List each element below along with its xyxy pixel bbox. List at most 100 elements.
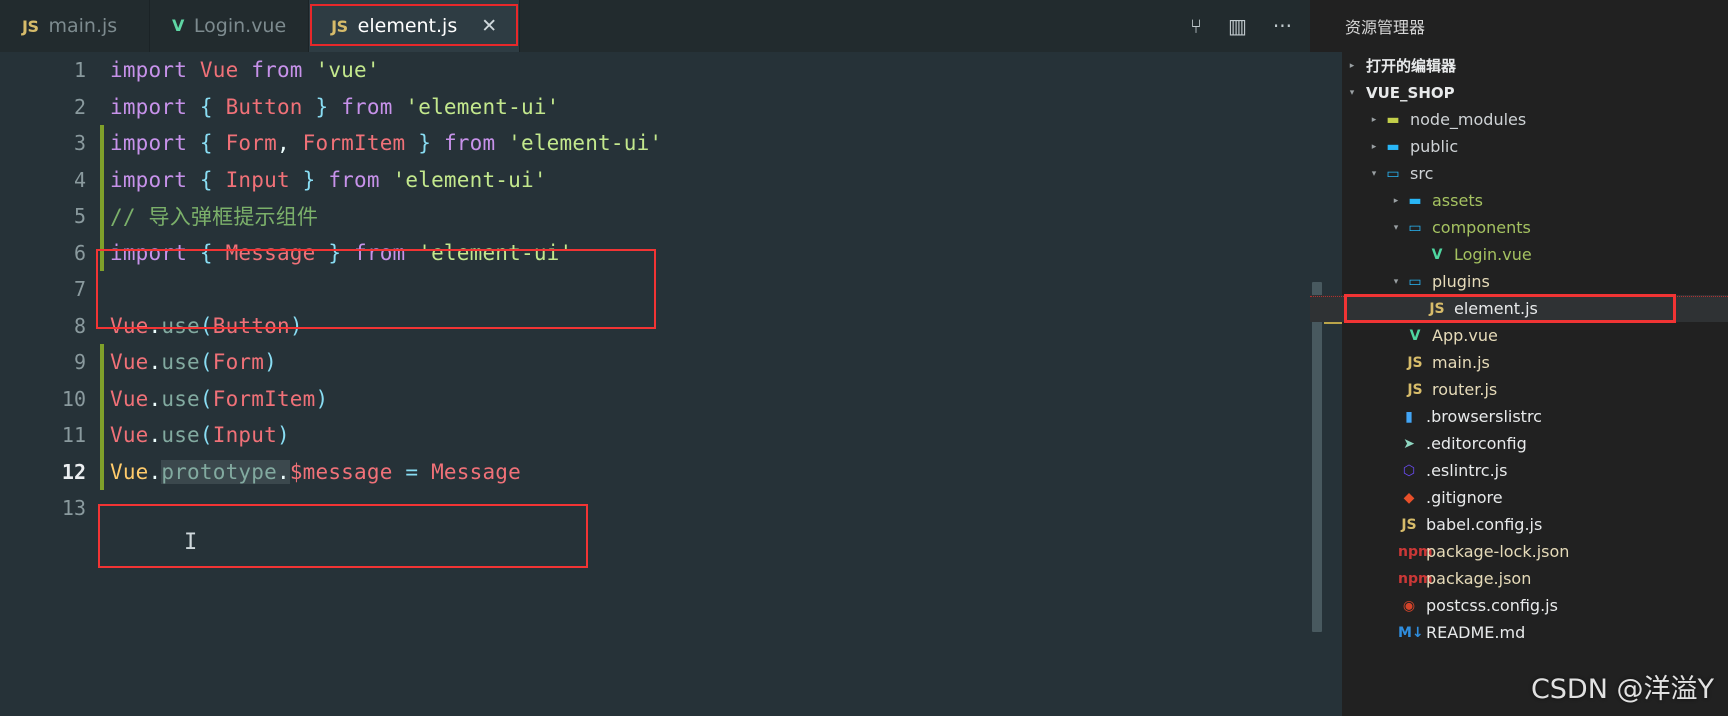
chevron-right-icon[interactable]: ▸	[1366, 142, 1382, 152]
editor-actions: ⑂ ▥ ···	[1190, 0, 1310, 52]
chevron-down-icon[interactable]: ▾	[1366, 169, 1382, 179]
code-line[interactable]: 8 Vue.use(Button)	[0, 308, 1310, 345]
file-tree-item-public[interactable]: ▸ ▬ public	[1310, 133, 1728, 160]
file-type-icon: M↓	[1398, 624, 1424, 641]
line-number: 2	[73, 94, 86, 119]
code-token: import	[110, 131, 188, 156]
file-tree-item-main-js[interactable]: JS main.js	[1310, 349, 1728, 376]
code-token: Vue	[110, 313, 149, 338]
file-tree-item-package-json[interactable]: npm package.json	[1310, 565, 1728, 592]
file-tree-item-README-md[interactable]: M↓ README.md	[1310, 619, 1728, 646]
code-line[interactable]: 5 // 导入弹框提示组件	[0, 198, 1310, 235]
file-tree-item-package-lock-json[interactable]: npm package-lock.json	[1310, 538, 1728, 565]
code-token: Button	[225, 94, 303, 119]
code-line[interactable]: 9 Vue.use(Form)	[0, 344, 1310, 381]
line-number: 3	[73, 131, 86, 156]
file-type-icon: ▭	[1408, 273, 1422, 290]
line-number: 1	[73, 58, 86, 83]
file-tree-item-router-js[interactable]: JS router.js	[1310, 376, 1728, 403]
code-token: )	[289, 313, 303, 338]
file-tree-item-label: Login.vue	[1454, 245, 1532, 264]
code-line[interactable]: 11 Vue.use(Input)	[0, 417, 1310, 454]
code-token: Form	[225, 131, 277, 156]
file-tree-item-babel-config-js[interactable]: JS babel.config.js	[1310, 511, 1728, 538]
code-token: $message	[289, 459, 393, 484]
code-line-text: import { Message } from 'element-ui'	[100, 241, 572, 265]
code-token: from	[443, 131, 496, 156]
file-tree-item-element-js[interactable]: JS element.js	[1310, 294, 1728, 323]
chevron-down-icon[interactable]: ▾	[1388, 223, 1404, 233]
code-token: use	[161, 386, 200, 411]
code-line[interactable]: 2 import { Button } from 'element-ui'	[0, 89, 1310, 126]
file-tree-item-postcss-config-js[interactable]: ◉ postcss.config.js	[1310, 592, 1728, 619]
file-tree-item--editorconfig[interactable]: ➤ .editorconfig	[1310, 430, 1728, 457]
code-token: from	[328, 167, 380, 192]
code-line[interactable]: 12 Vue.prototype.$message = Message	[0, 453, 1310, 490]
split-editor-icon[interactable]: ▥	[1228, 16, 1247, 36]
file-tree-item-assets[interactable]: ▸ ▬ assets	[1310, 187, 1728, 214]
chevron-right-icon[interactable]: ▸	[1366, 115, 1382, 125]
file-tree-item--eslintrc-js[interactable]: ⬡ .eslintrc.js	[1310, 457, 1728, 484]
file-tree-item-Login-vue[interactable]: V Login.vue	[1310, 241, 1728, 268]
file-tree-item-label: assets	[1432, 191, 1483, 210]
code-line[interactable]: 1 import Vue from 'vue'	[0, 52, 1310, 89]
code-line[interactable]: 13	[0, 490, 1310, 527]
close-icon[interactable]: ✕	[481, 15, 497, 37]
split-compare-icon[interactable]: ⑂	[1190, 16, 1202, 36]
line-number: 9	[73, 350, 86, 375]
code-editor[interactable]: 1 import Vue from 'vue' 2 import { Button }…	[0, 52, 1310, 716]
more-actions-icon[interactable]: ···	[1273, 16, 1292, 36]
code-token: (	[199, 386, 213, 411]
code-token: )	[315, 386, 329, 411]
file-tree-item-plugins[interactable]: ▾ ▭ plugins	[1310, 268, 1728, 295]
code-token: .	[148, 459, 162, 484]
chevron-down-icon[interactable]: ▾	[1388, 277, 1404, 287]
code-token: from	[341, 94, 393, 119]
code-token: 'vue'	[315, 58, 380, 83]
code-token: prototype	[161, 459, 277, 484]
file-tree-item-components[interactable]: ▾ ▭ components	[1310, 214, 1728, 241]
file-tree-item-node_modules[interactable]: ▸ ▬ node_modules	[1310, 106, 1728, 133]
file-type-icon: ▮	[1405, 408, 1413, 425]
explorer-title: 资源管理器	[1345, 18, 1426, 37]
editor-tab-main-js[interactable]: JS main.js	[0, 0, 150, 52]
chevron-down-icon[interactable]: ▾	[1344, 88, 1360, 98]
file-tree-item--browserslistrc[interactable]: ▮ .browserslistrc	[1310, 403, 1728, 430]
file-type-icon: V	[1431, 246, 1443, 263]
code-token: use	[161, 313, 200, 338]
line-number: 8	[73, 313, 86, 338]
gutter-change-marker	[100, 271, 104, 308]
file-tree-item-VUE_SHOP[interactable]: ▾ VUE_SHOP	[1310, 79, 1728, 106]
file-type-icon: ➤	[1403, 435, 1415, 452]
file-tree-item-label: main.js	[1432, 353, 1490, 372]
chevron-right-icon[interactable]: ▸	[1344, 61, 1360, 71]
file-tree-item-打开的编辑器[interactable]: ▸ 打开的编辑器	[1310, 52, 1728, 79]
code-line[interactable]: 3 import { Form, FormItem } from 'element…	[0, 125, 1310, 162]
file-tree-item--gitignore[interactable]: ◆ .gitignore	[1310, 484, 1728, 511]
file-tree-item-label: package.json	[1426, 569, 1532, 588]
editor-tab-element-js[interactable]: JS element.js ✕	[309, 0, 521, 52]
code-line[interactable]: 4 import { Input } from 'element-ui'	[0, 161, 1310, 198]
code-line[interactable]: 6 import { Message } from 'element-ui'	[0, 234, 1310, 271]
file-tree-item-label: router.js	[1432, 380, 1498, 399]
code-line-list: 1 import Vue from 'vue' 2 import { Button }…	[0, 52, 1310, 527]
chevron-right-icon[interactable]: ▸	[1388, 196, 1404, 206]
file-tree-item-label: 打开的编辑器	[1366, 57, 1457, 75]
code-token: ,	[276, 131, 290, 156]
code-line[interactable]: 7	[0, 271, 1310, 308]
code-line-text: Vue.use(Button)	[100, 314, 303, 338]
file-tree-item-App-vue[interactable]: V App.vue	[1310, 322, 1728, 349]
code-token: Vue	[110, 350, 149, 375]
code-token: import	[110, 58, 188, 83]
code-line[interactable]: 10 Vue.use(FormItem)	[0, 380, 1310, 417]
code-token: (	[199, 423, 213, 448]
file-tree-item-src[interactable]: ▾ ▭ src	[1310, 160, 1728, 187]
editor-tab-Login-vue[interactable]: V Login.vue	[150, 0, 310, 52]
